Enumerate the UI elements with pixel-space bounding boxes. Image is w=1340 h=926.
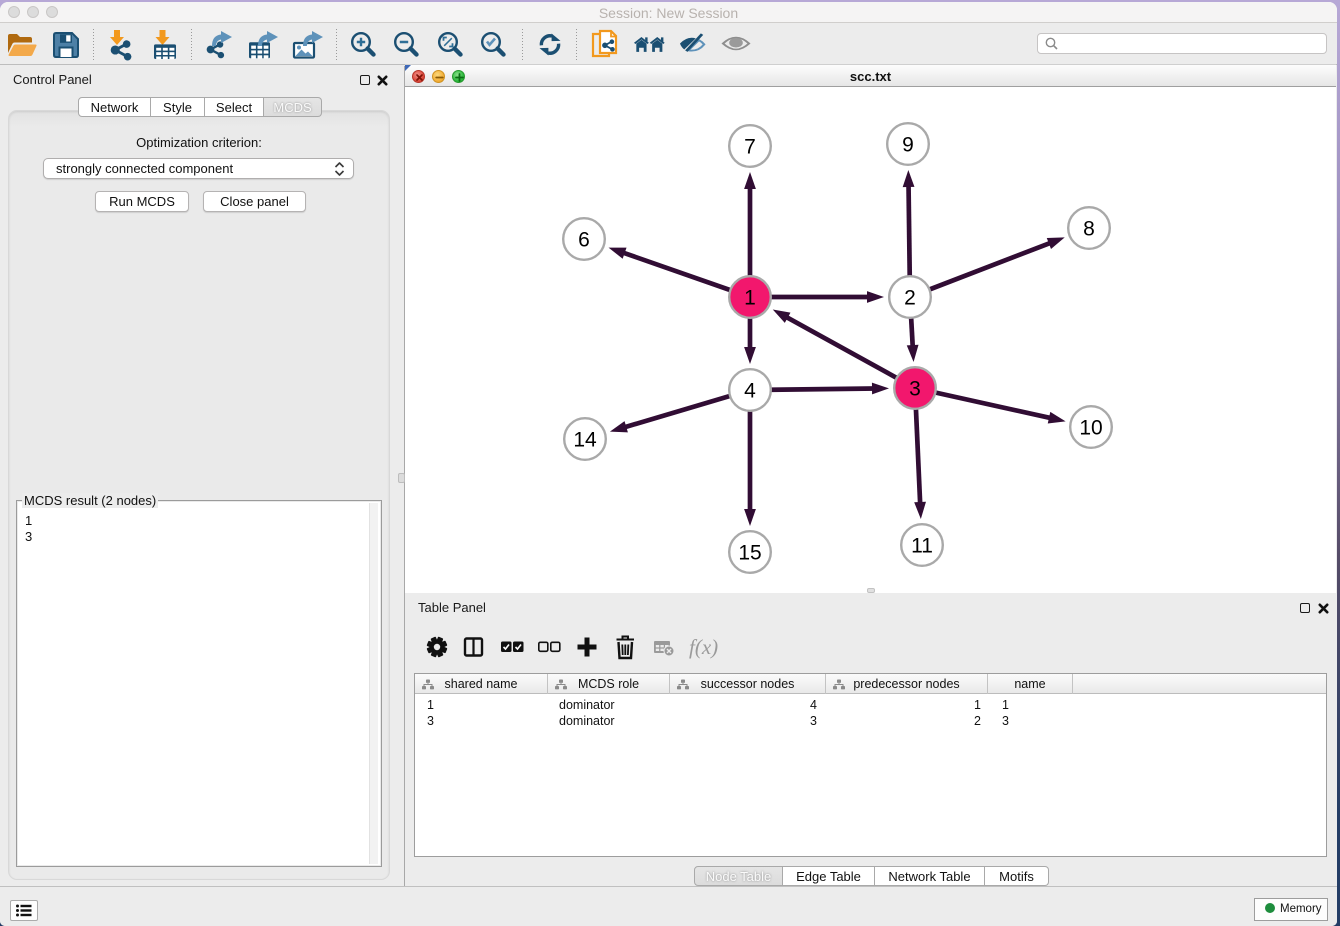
svg-text:4: 4 — [744, 380, 756, 403]
svg-text:1: 1 — [744, 287, 756, 310]
svg-text:3: 3 — [909, 378, 921, 401]
svg-text:2: 2 — [904, 287, 916, 310]
svg-text:6: 6 — [578, 229, 590, 252]
svg-text:f(x): f(x) — [689, 635, 718, 659]
svg-text:11: 11 — [911, 535, 933, 558]
svg-text:7: 7 — [744, 136, 756, 159]
svg-text:8: 8 — [1083, 218, 1095, 241]
svg-text:15: 15 — [738, 542, 761, 565]
svg-text:14: 14 — [573, 429, 597, 452]
svg-text:9: 9 — [902, 134, 914, 157]
svg-text:10: 10 — [1079, 417, 1102, 440]
